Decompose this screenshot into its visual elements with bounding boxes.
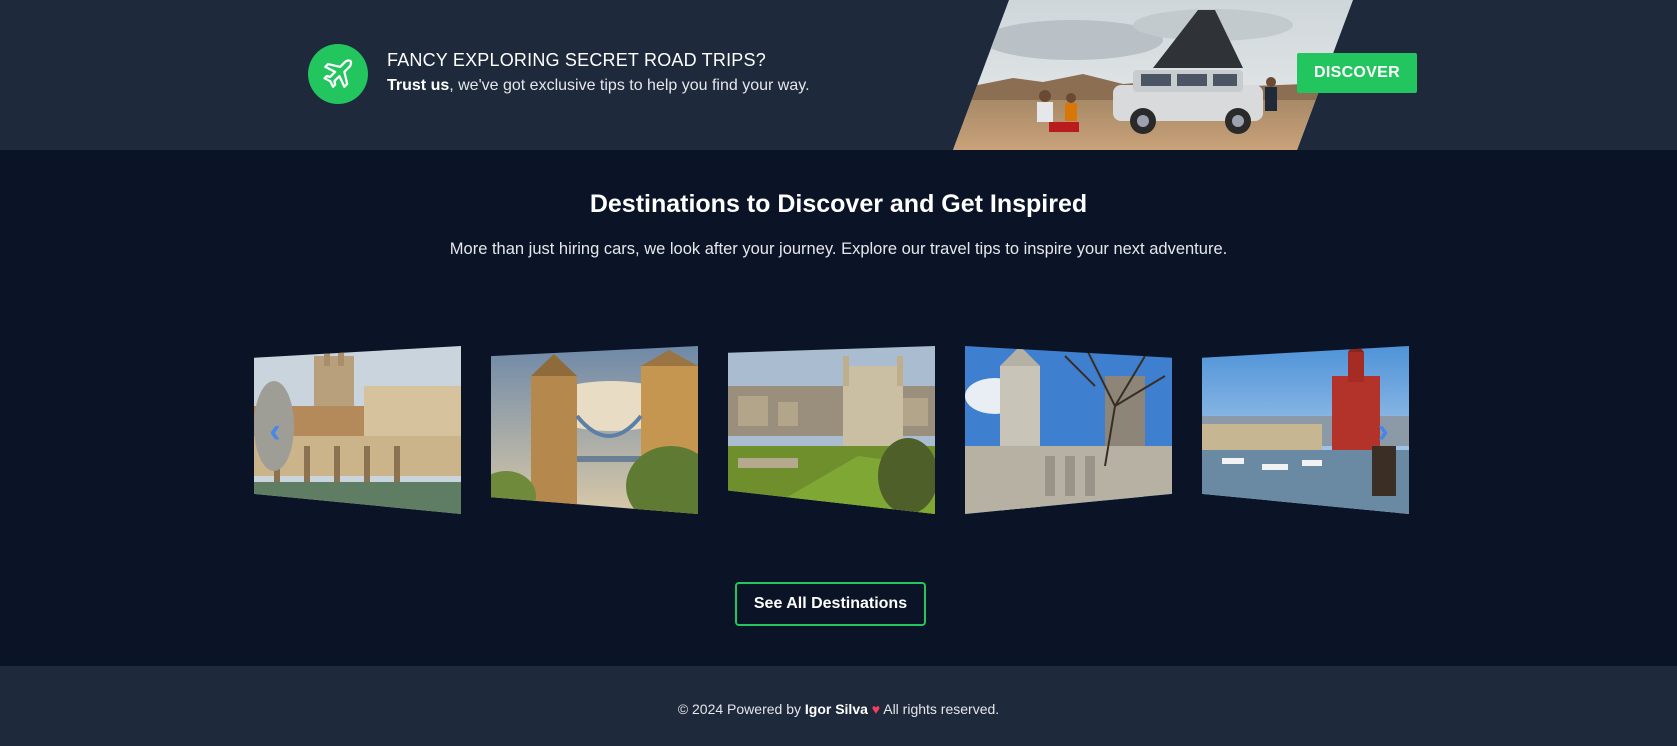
canterbury-cathedral-photo — [965, 346, 1172, 514]
see-all-destinations-button[interactable]: See All Destinations — [735, 582, 926, 626]
airplane-icon — [308, 44, 368, 104]
destination-card[interactable] — [728, 346, 935, 514]
footer-rights: All rights reserved. — [880, 701, 1000, 717]
destination-card[interactable] — [491, 346, 698, 514]
destinations-carousel — [254, 346, 1409, 516]
kings-college-photo — [728, 346, 935, 514]
tower-bridge-photo — [491, 346, 698, 514]
footer: © 2024 Powered by Igor Silva ♥ All right… — [0, 666, 1677, 746]
discover-button[interactable]: DISCOVER — [1297, 53, 1417, 93]
carousel-next-arrow[interactable]: › — [1370, 408, 1396, 454]
footer-text: © 2024 Powered by Igor Silva ♥ All right… — [0, 701, 1677, 717]
heart-icon: ♥ — [871, 701, 881, 717]
section-description: More than just hiring cars, we look afte… — [449, 240, 1228, 258]
banner-subtitle-text: , we've got exclusive tips to help you f… — [449, 77, 810, 94]
destination-card[interactable] — [965, 346, 1172, 514]
carousel-prev-arrow[interactable]: ‹ — [262, 408, 288, 454]
banner-subtitle: Trust us, we've got exclusive tips to he… — [387, 77, 810, 95]
footer-author-link[interactable]: Igor Silva — [805, 701, 868, 717]
road-trip-photo — [953, 0, 1353, 150]
footer-copyright: © 2024 Powered by — [677, 701, 805, 717]
promo-banner: FANCY EXPLORING SECRET ROAD TRIPS? Trust… — [0, 0, 1677, 150]
banner-subtitle-bold: Trust us — [387, 77, 450, 94]
banner-title: FANCY EXPLORING SECRET ROAD TRIPS? — [387, 50, 766, 70]
section-title: Destinations to Discover and Get Inspire… — [589, 190, 1088, 218]
